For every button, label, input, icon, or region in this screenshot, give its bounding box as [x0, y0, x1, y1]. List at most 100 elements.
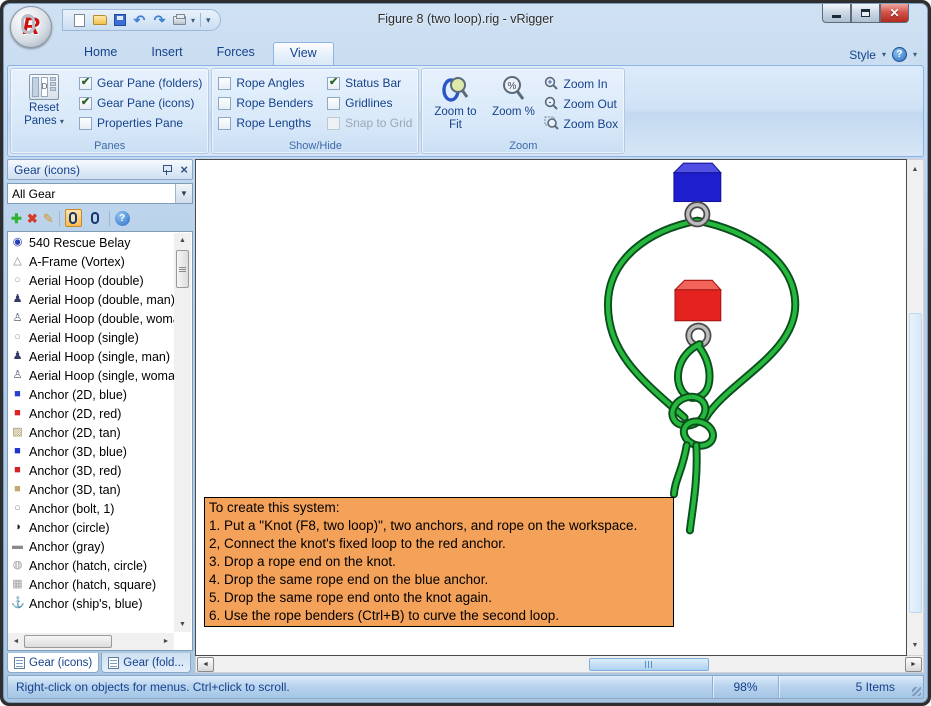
list-item[interactable]: ■Anchor (2D, red) — [8, 404, 192, 423]
scroll-left-icon[interactable]: ◄ — [8, 633, 24, 650]
zoom-out-button[interactable]: - Zoom Out — [544, 96, 618, 111]
checkbox-rope-lengths[interactable]: Rope Lengths — [218, 116, 313, 130]
panel-tab-gear-fold-[interactable]: Gear (fold... — [101, 653, 191, 673]
list-item[interactable]: ▨Anchor (2D, tan) — [8, 423, 192, 442]
list-item[interactable]: ♙Aerial Hoop (single, woman) — [8, 366, 192, 385]
list-item[interactable]: ◉540 Rescue Belay — [8, 233, 192, 252]
checkbox-icon[interactable]: ✔ — [79, 77, 92, 90]
list-item[interactable]: ▬Anchor (gray) — [8, 537, 192, 556]
app-menu-button[interactable]: R — [10, 6, 52, 48]
checkbox-status-bar[interactable]: ✔Status Bar — [327, 76, 412, 90]
tab-home[interactable]: Home — [68, 42, 133, 65]
checkbox-gear-pane-folders-[interactable]: ✔Gear Pane (folders) — [79, 76, 202, 90]
panel-tab-gear-icons-[interactable]: Gear (icons) — [7, 653, 99, 673]
blue-anchor-ring[interactable] — [688, 205, 707, 224]
gear-list-vertical-scrollbar[interactable]: ▲ ▼ — [174, 233, 191, 632]
workspace-canvas[interactable]: To create this system:1. Put a "Knot (F8… — [195, 159, 907, 656]
scroll-up-icon[interactable]: ▲ — [174, 233, 191, 248]
zoom-box-icon — [544, 116, 559, 131]
list-item[interactable]: ○Anchor (bolt, 1) — [8, 499, 192, 518]
outline-view-toggle[interactable] — [87, 209, 104, 227]
gear-help-button[interactable]: ? — [115, 211, 130, 226]
red-anchor[interactable] — [675, 280, 721, 320]
list-item[interactable]: ♟Aerial Hoop (double, man) — [8, 290, 192, 309]
list-item[interactable]: △A-Frame (Vortex) — [8, 252, 192, 271]
instruction-line: 3. Drop a rope end on the knot. — [209, 553, 669, 571]
zoom-percent-button[interactable]: % Zoom % — [486, 72, 540, 137]
scroll-down-icon[interactable]: ▼ — [174, 617, 191, 632]
reset-panes-button[interactable]: D ResetPanes ▾ — [17, 72, 71, 137]
list-item[interactable]: ⚓Anchor (ship's, blue) — [8, 594, 192, 613]
tab-insert[interactable]: Insert — [135, 42, 198, 65]
zoom-in-button[interactable]: + Zoom In — [544, 76, 618, 91]
maximize-button[interactable] — [851, 4, 880, 23]
list-item[interactable]: ◑Anchor (circle) — [8, 518, 192, 537]
panel-close-icon[interactable]: × — [180, 163, 188, 176]
gear-filter-dropdown[interactable]: All Gear ▼ — [7, 183, 193, 204]
list-item[interactable]: ♟Aerial Hoop (single, man) — [8, 347, 192, 366]
help-icon[interactable]: ? — [892, 47, 907, 62]
help-dropdown-arrow-icon[interactable]: ▾ — [913, 50, 917, 59]
checkmark-icon: ✔ — [329, 77, 338, 88]
figure-8-knot[interactable] — [668, 391, 717, 449]
scrollbar-thumb[interactable] — [589, 658, 709, 671]
ribbon-tabs: HomeInsertForcesView — [68, 42, 334, 65]
rope-tail-short[interactable] — [674, 445, 687, 494]
checkbox-icon[interactable] — [218, 77, 231, 90]
close-button[interactable]: ✕ — [880, 4, 909, 23]
list-item[interactable]: ▦Anchor (hatch, square) — [8, 575, 192, 594]
combo-dropdown-arrow-icon[interactable]: ▼ — [175, 184, 192, 203]
icon-view-toggle[interactable] — [65, 209, 82, 227]
status-bar: Right-click on objects for menus. Ctrl+c… — [7, 675, 924, 699]
gear-list-horizontal-scrollbar[interactable]: ◄ ► — [8, 633, 174, 650]
scroll-up-icon[interactable]: ▲ — [907, 162, 923, 177]
blue-anchor[interactable] — [674, 163, 721, 201]
scrollbar-thumb[interactable] — [24, 635, 112, 648]
list-item[interactable]: ◍Anchor (hatch, circle) — [8, 556, 192, 575]
checkbox-icon[interactable]: ✔ — [79, 97, 92, 110]
minimize-button[interactable] — [822, 4, 851, 23]
checkbox-icon[interactable] — [218, 97, 231, 110]
zoom-to-fit-button[interactable]: Zoom to Fit — [428, 72, 482, 137]
status-zoom-level[interactable]: 98% — [713, 676, 779, 698]
list-item[interactable]: ○Aerial Hoop (double) — [8, 271, 192, 290]
list-item[interactable]: ♙Aerial Hoop (double, woman) — [8, 309, 192, 328]
title-bar[interactable]: R ↶ ↷ ▾ ▾ Figure 8 (two loop).rig - vRig… — [4, 4, 927, 40]
hoop-double-woman-icon: ♙ — [11, 313, 24, 324]
canvas-horizontal-scrollbar[interactable]: ◄ ► — [195, 656, 924, 673]
list-item[interactable]: ○Aerial Hoop (single) — [8, 328, 192, 347]
tab-forces[interactable]: Forces — [201, 42, 271, 65]
list-item[interactable]: ■Anchor (2D, blue) — [8, 385, 192, 404]
scrollbar-thumb[interactable] — [176, 250, 189, 288]
resize-grip-icon[interactable] — [909, 676, 923, 698]
style-button[interactable]: Style — [849, 48, 876, 62]
add-gear-button[interactable]: ✚ — [11, 212, 22, 225]
checkbox-icon[interactable] — [218, 117, 231, 130]
pin-icon[interactable] — [162, 164, 172, 176]
delete-gear-button[interactable]: ✖ — [27, 212, 38, 225]
zoom-box-button[interactable]: Zoom Box — [544, 116, 618, 131]
instructions-note[interactable]: To create this system:1. Put a "Knot (F8… — [204, 497, 674, 627]
checkbox-properties-pane[interactable]: Properties Pane — [79, 116, 202, 130]
list-item[interactable]: ■Anchor (3D, tan) — [8, 480, 192, 499]
checkbox-icon[interactable]: ✔ — [327, 77, 340, 90]
tab-view[interactable]: View — [273, 42, 334, 65]
scroll-left-icon[interactable]: ◄ — [197, 657, 214, 672]
list-item[interactable]: ■Anchor (3D, red) — [8, 461, 192, 480]
scrollbar-thumb[interactable] — [909, 313, 922, 613]
scroll-down-icon[interactable]: ▼ — [907, 638, 923, 653]
edit-gear-button[interactable]: ✎ — [43, 212, 54, 225]
checkbox-rope-benders[interactable]: Rope Benders — [218, 96, 313, 110]
checkbox-gear-pane-icons-[interactable]: ✔Gear Pane (icons) — [79, 96, 202, 110]
checkbox-rope-angles[interactable]: Rope Angles — [218, 76, 313, 90]
checkbox-icon[interactable] — [79, 117, 92, 130]
list-item[interactable]: ■Anchor (3D, blue) — [8, 442, 192, 461]
canvas-vertical-scrollbar[interactable]: ▲ ▼ — [907, 159, 924, 656]
gear-item-label: Aerial Hoop (single) — [29, 331, 139, 345]
checkbox-gridlines[interactable]: Gridlines — [327, 96, 412, 110]
checkbox-icon[interactable] — [327, 97, 340, 110]
scroll-right-icon[interactable]: ► — [158, 633, 174, 650]
style-dropdown-arrow-icon[interactable]: ▾ — [882, 50, 886, 59]
scroll-right-icon[interactable]: ► — [905, 657, 922, 672]
anchor-circle-icon: ◑ — [11, 522, 24, 533]
